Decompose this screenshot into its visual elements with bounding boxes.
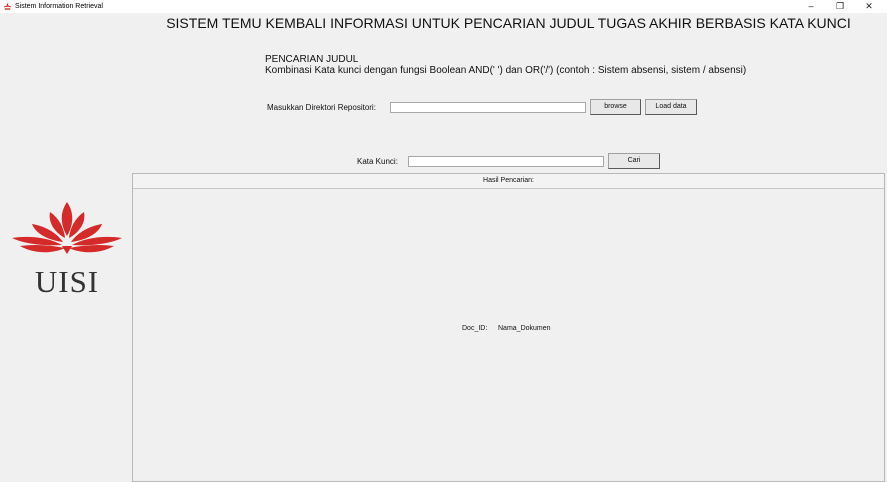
app-logo-icon <box>3 2 12 10</box>
keyword-input[interactable] <box>408 156 604 167</box>
repository-input[interactable] <box>390 102 586 113</box>
search-instructions: Kombinasi Kata kunci dengan fungsi Boole… <box>265 65 747 76</box>
uisi-logo: UISI <box>10 198 124 300</box>
title-bar: Sistem Information Retrieval – ❐ ✕ <box>0 0 887 13</box>
search-button[interactable]: Cari <box>608 153 660 169</box>
doc-id-column: Doc_ID: <box>462 325 488 332</box>
keyword-label: Kata Kunci: <box>357 157 398 166</box>
lotus-icon <box>12 202 122 254</box>
browse-button[interactable]: browse <box>590 99 641 115</box>
restore-button[interactable]: ❐ <box>826 0 854 13</box>
results-header: Hasil Pencarian: <box>133 174 884 189</box>
page-title: SISTEM TEMU KEMBALI INFORMASI UNTUK PENC… <box>166 15 851 31</box>
logo-text: UISI <box>34 264 100 299</box>
minimize-button[interactable]: – <box>797 0 825 13</box>
document-name-column: Nama_Dokumen <box>498 325 551 332</box>
window-title: Sistem Information Retrieval <box>15 3 103 10</box>
results-panel: Hasil Pencarian: Doc_ID: Nama_Dokumen <box>132 173 885 482</box>
section-title: PENCARIAN JUDUL <box>265 54 359 65</box>
repository-label: Masukkan Direktori Repositori: <box>267 103 376 112</box>
load-data-button[interactable]: Load data <box>645 99 697 115</box>
close-button[interactable]: ✕ <box>855 0 883 13</box>
